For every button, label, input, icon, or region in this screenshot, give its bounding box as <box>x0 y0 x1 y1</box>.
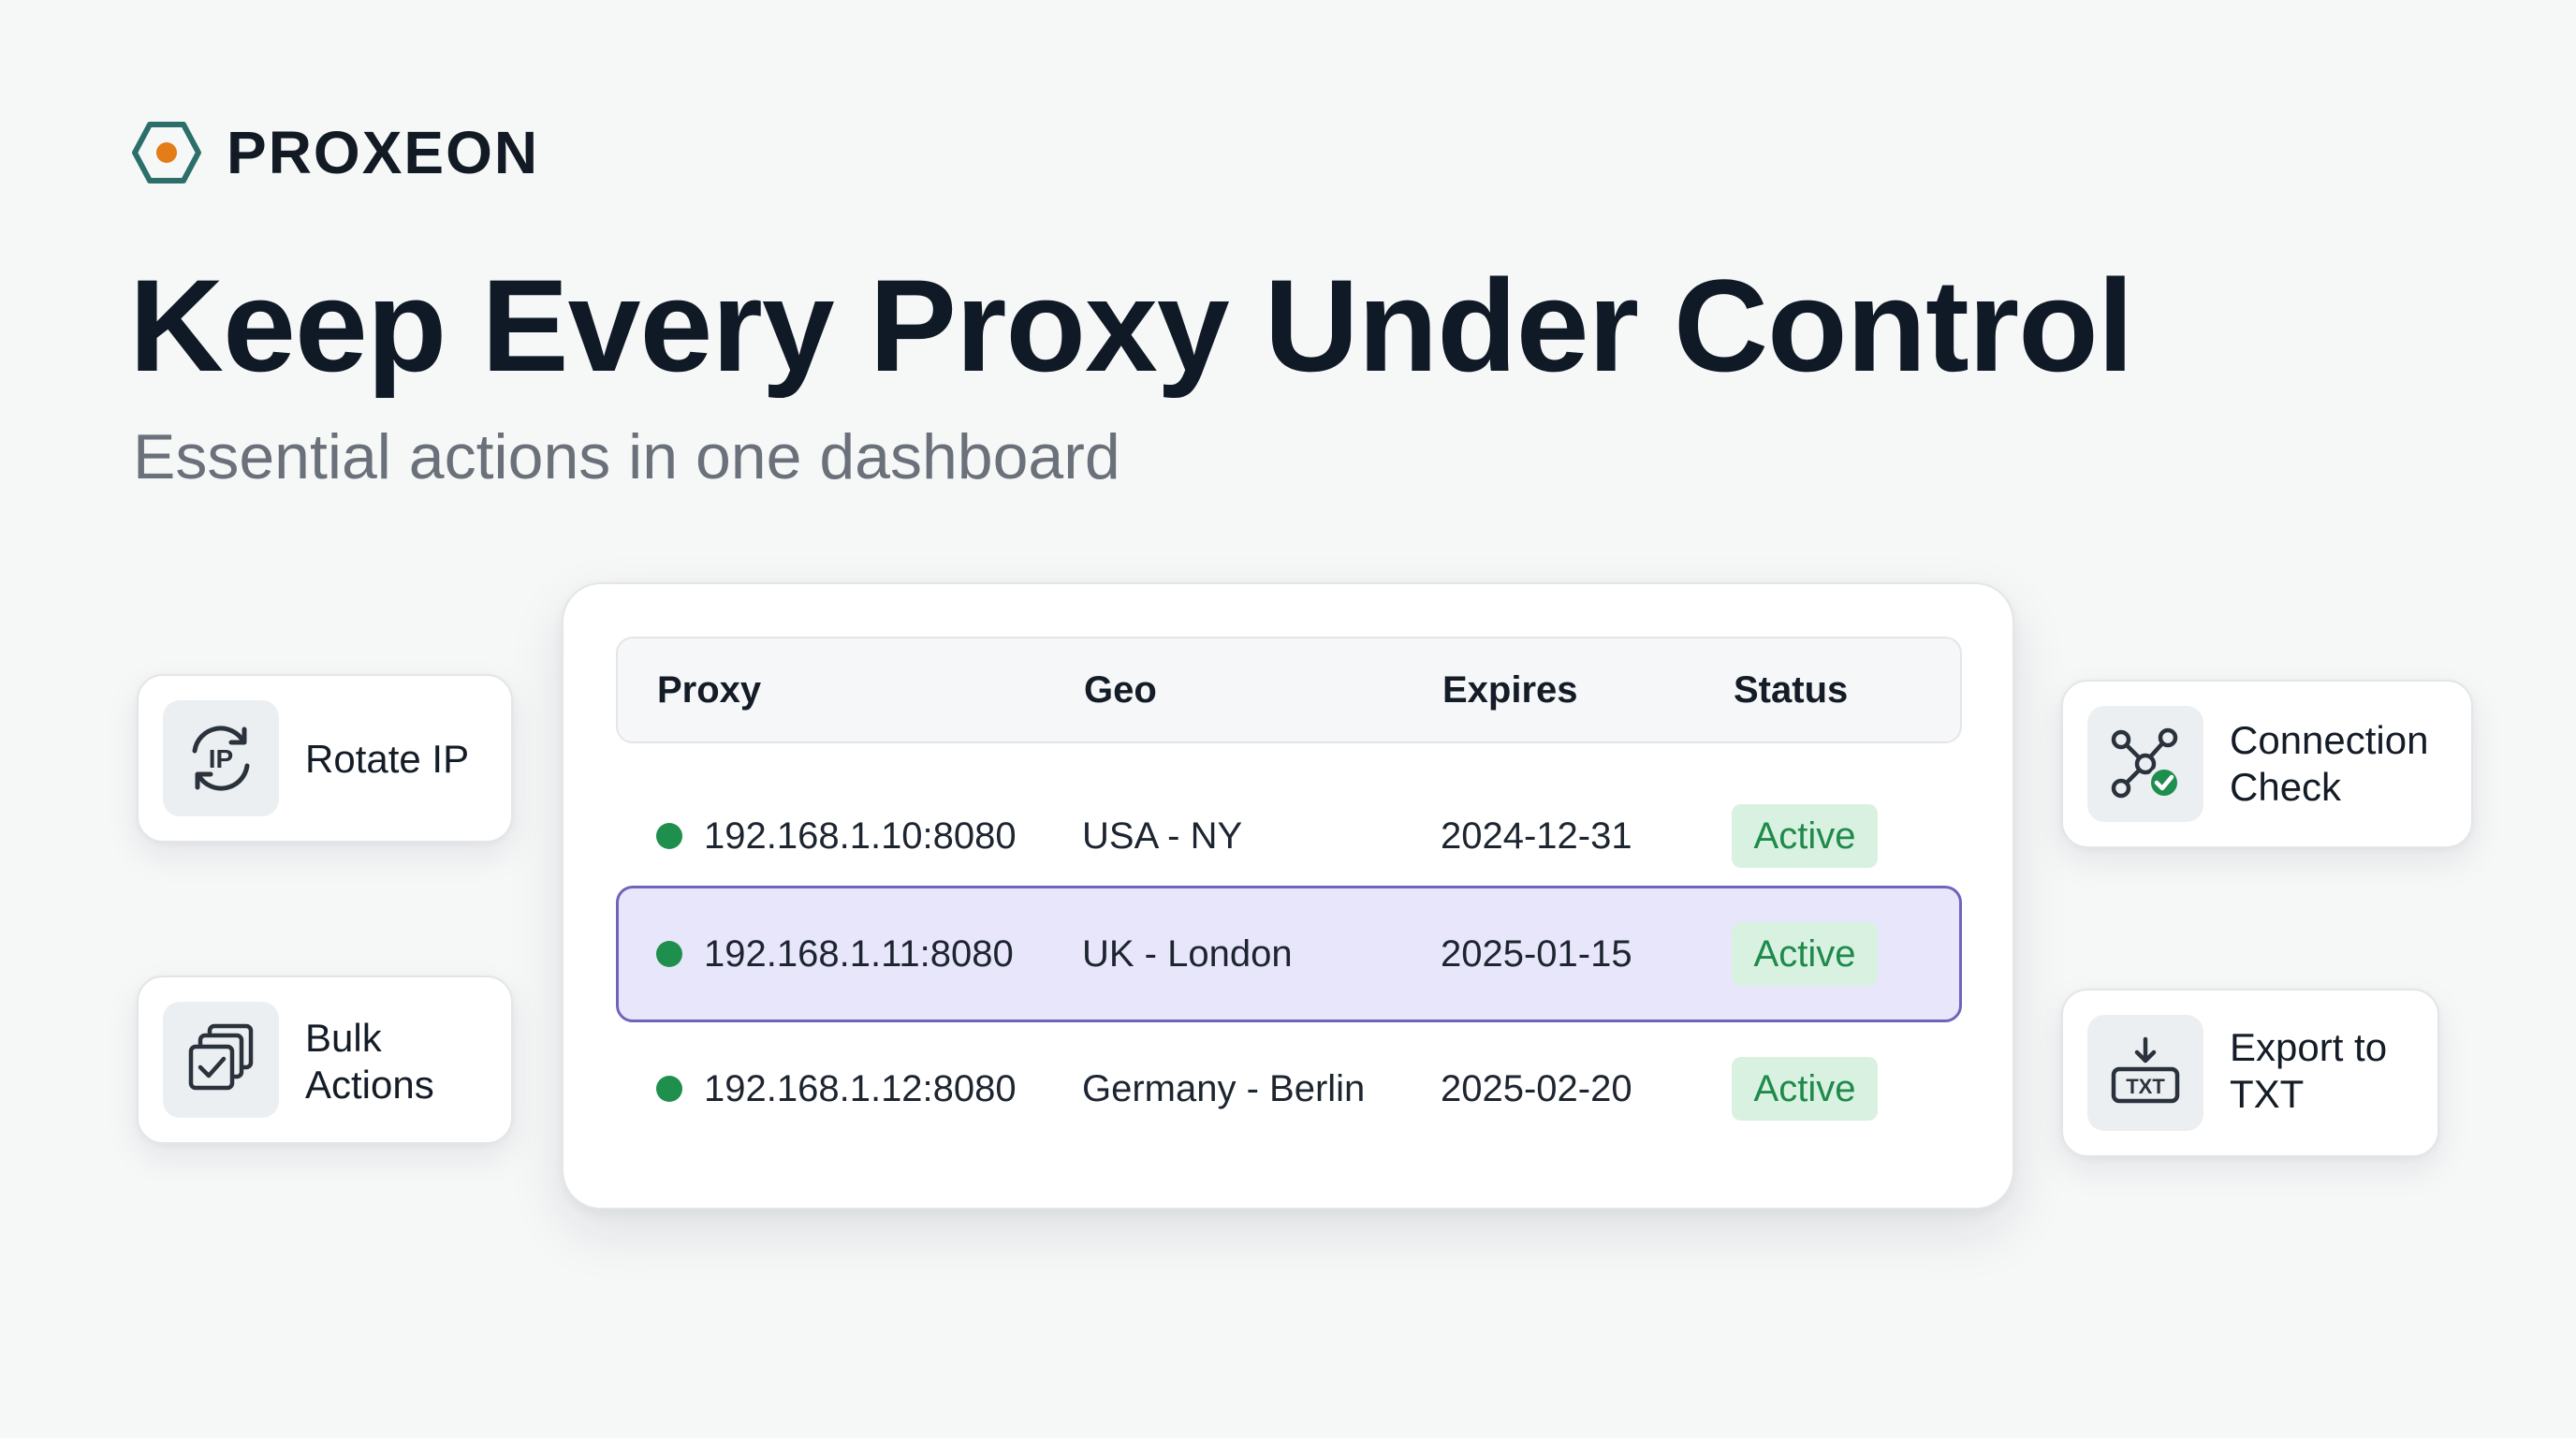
column-header-status[interactable]: Status <box>1734 638 1848 741</box>
proxy-geo: USA - NY <box>1082 815 1243 857</box>
page-subtitle: Essential actions in one dashboard <box>133 421 1120 492</box>
export-txt-icon: TXT <box>2087 1015 2203 1131</box>
bulk-actions-label: Bulk Actions <box>305 1016 434 1107</box>
status-badge: Active <box>1732 1057 1878 1121</box>
table-row-selected[interactable]: 192.168.1.11:8080 UK - London 2025-01-15… <box>616 886 1962 1022</box>
proxy-geo: UK - London <box>1082 933 1293 975</box>
proxy-address: 192.168.1.10:8080 <box>704 815 1017 857</box>
table-row[interactable]: 192.168.1.10:8080 USA - NY 2024-12-31 Ac… <box>616 768 1962 904</box>
rotate-ip-label: Rotate IP <box>305 737 470 781</box>
table-header: Proxy Geo Expires Status <box>616 637 1962 743</box>
status-dot-icon <box>656 823 682 849</box>
proxy-expires: 2025-02-20 <box>1441 1068 1632 1109</box>
proxy-table-card: Proxy Geo Expires Status 192.168.1.10:80… <box>562 582 2014 1210</box>
bulk-actions-button[interactable]: Bulk Actions <box>137 976 513 1144</box>
export-txt-icon-text: TXT <box>2126 1075 2165 1098</box>
proxy-expires: 2024-12-31 <box>1441 815 1632 857</box>
rotate-ip-icon: IP <box>163 700 279 816</box>
status-dot-icon <box>656 941 682 967</box>
brand-name: PROXEON <box>227 119 540 186</box>
bulk-actions-icon <box>163 1002 279 1118</box>
hexagon-dot-icon <box>131 121 202 184</box>
proxy-geo: Germany - Berlin <box>1082 1068 1366 1109</box>
export-txt-label: Export to TXT <box>2230 1025 2388 1116</box>
proxy-address: 192.168.1.11:8080 <box>704 933 1014 975</box>
brand: PROXEON <box>131 116 539 189</box>
column-header-proxy[interactable]: Proxy <box>657 638 761 741</box>
status-badge: Active <box>1732 922 1878 986</box>
export-txt-button[interactable]: TXT Export to TXT <box>2061 989 2439 1157</box>
proxy-address: 192.168.1.12:8080 <box>704 1068 1017 1109</box>
connection-check-button[interactable]: Connection Check <box>2061 680 2473 848</box>
rotate-ip-button[interactable]: IP Rotate IP <box>137 674 513 843</box>
table-row[interactable]: 192.168.1.12:8080 Germany - Berlin 2025-… <box>616 1020 1962 1157</box>
page-title: Keep Every Proxy Under Control <box>129 252 2134 399</box>
connection-check-icon <box>2087 706 2203 822</box>
proxy-expires: 2025-01-15 <box>1441 933 1632 975</box>
status-badge: Active <box>1732 804 1878 868</box>
connection-check-label: Connection Check <box>2230 718 2429 809</box>
column-header-expires[interactable]: Expires <box>1442 638 1578 741</box>
column-header-geo[interactable]: Geo <box>1084 638 1157 741</box>
rotate-ip-icon-text: IP <box>209 744 233 773</box>
status-dot-icon <box>656 1076 682 1102</box>
